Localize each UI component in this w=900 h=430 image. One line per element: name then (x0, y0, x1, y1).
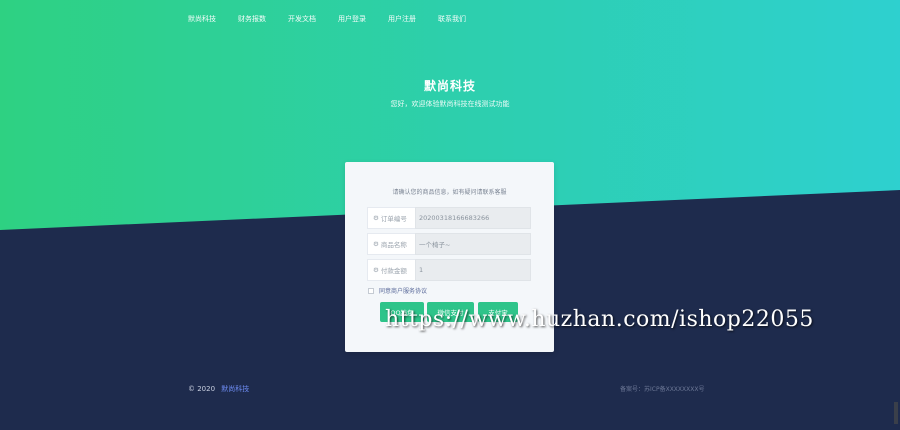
footer-copyright: © 2020 默尚科技 (188, 384, 249, 394)
alipay-button[interactable]: 支付宝 (478, 302, 518, 322)
amount-field: ⚙ 付款金额 1 (367, 259, 531, 281)
goods-icon: ⚙ (373, 240, 379, 248)
agreement-checkbox[interactable] (368, 287, 374, 294)
nav-item-login[interactable]: 用户登录 (338, 14, 366, 24)
goods-name-field: ⚙ 商品名称 一个椅子~ (367, 233, 531, 255)
footer-icp[interactable]: 备案号：苏ICP备XXXXXXXX号 (620, 384, 704, 393)
order-number-value: 20200318166683266 (415, 207, 531, 229)
amount-label: 付款金额 (380, 267, 407, 275)
nav-item-finance[interactable]: 财务报数 (238, 14, 266, 24)
wechat-pay-button[interactable]: 微信支付 (427, 302, 474, 322)
goods-name-label: 商品名称 (380, 241, 407, 249)
order-notice: 请确认您的商品信息，如有疑问请联系客服 (392, 189, 507, 196)
page-subtitle: 您好，欢迎体验默尚科技在线测试功能 (390, 100, 510, 108)
goods-name-value: 一个椅子~ (415, 233, 531, 255)
nav-item-docs[interactable]: 开发文档 (288, 14, 316, 24)
amount-value: 1 (415, 259, 531, 281)
copyright-text: © 2020 (188, 385, 216, 393)
order-icon: ⚙ (373, 214, 379, 222)
nav-item-home[interactable]: 默尚科技 (188, 14, 216, 24)
agreement-row[interactable]: 同意商户服务协议 (368, 286, 427, 295)
order-number-label: 订单编号 (380, 215, 407, 223)
agreement-link[interactable]: 同意商户服务协议 (379, 286, 427, 295)
order-card: 请确认您的商品信息，如有疑问请联系客服 ⚙ 订单编号 2020031816668… (345, 162, 554, 352)
qq-wallet-button[interactable]: QQ钱包 (380, 302, 424, 322)
payment-page: 默尚科技 财务报数 开发文档 用户登录 用户注册 联系我们 默尚科技 您好，欢迎… (0, 0, 900, 430)
amount-icon: ⚙ (373, 266, 379, 274)
scroll-handle[interactable] (894, 402, 898, 424)
top-nav: 默尚科技 财务报数 开发文档 用户登录 用户注册 联系我们 (188, 14, 488, 24)
nav-item-contact[interactable]: 联系我们 (438, 14, 466, 24)
order-number-field: ⚙ 订单编号 20200318166683266 (367, 207, 531, 229)
nav-item-register[interactable]: 用户注册 (388, 14, 416, 24)
footer-brand-link[interactable]: 默尚科技 (221, 385, 249, 393)
page-title: 默尚科技 (423, 79, 476, 93)
